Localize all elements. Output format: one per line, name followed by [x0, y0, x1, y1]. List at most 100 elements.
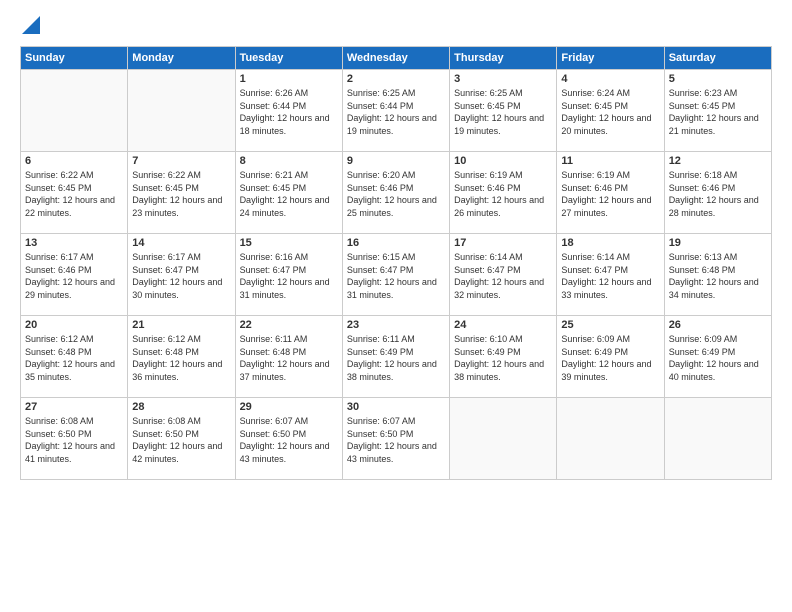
day-info: Sunrise: 6:21 AM Sunset: 6:45 PM Dayligh…: [240, 169, 338, 219]
calendar-cell: 20 Sunrise: 6:12 AM Sunset: 6:48 PM Dayli…: [21, 316, 128, 398]
day-info: Sunrise: 6:23 AM Sunset: 6:45 PM Dayligh…: [669, 87, 767, 137]
calendar-cell: [128, 70, 235, 152]
calendar-cell: 5 Sunrise: 6:23 AM Sunset: 6:45 PM Daylig…: [664, 70, 771, 152]
day-number: 7: [132, 155, 230, 167]
day-info: Sunrise: 6:08 AM Sunset: 6:50 PM Dayligh…: [132, 415, 230, 465]
day-number: 26: [669, 319, 767, 331]
weekday-header-wednesday: Wednesday: [342, 47, 449, 70]
day-info: Sunrise: 6:09 AM Sunset: 6:49 PM Dayligh…: [561, 333, 659, 383]
calendar-cell: 9 Sunrise: 6:20 AM Sunset: 6:46 PM Daylig…: [342, 152, 449, 234]
weekday-header-friday: Friday: [557, 47, 664, 70]
day-number: 25: [561, 319, 659, 331]
calendar-cell: 6Sunrise: 6:22 AM Sunset: 6:45 PM Daylig…: [21, 152, 128, 234]
calendar-header-row: SundayMondayTuesdayWednesdayThursdayFrid…: [21, 47, 772, 70]
header: [20, 16, 772, 34]
day-number: 2: [347, 73, 445, 85]
calendar-cell: 16 Sunrise: 6:15 AM Sunset: 6:47 PM Dayli…: [342, 234, 449, 316]
day-number: 24: [454, 319, 552, 331]
day-info: Sunrise: 6:12 AM Sunset: 6:48 PM Dayligh…: [132, 333, 230, 383]
week-row-3: 13 Sunrise: 6:17 AM Sunset: 6:46 PM Dayli…: [21, 234, 772, 316]
day-info: Sunrise: 6:20 AM Sunset: 6:46 PM Dayligh…: [347, 169, 445, 219]
day-number: 14: [132, 237, 230, 249]
day-info: Sunrise: 6:17 AM Sunset: 6:46 PM Dayligh…: [25, 251, 123, 301]
day-info: Sunrise: 6:07 AM Sunset: 6:50 PM Dayligh…: [240, 415, 338, 465]
day-number: 17: [454, 237, 552, 249]
day-number: 4: [561, 73, 659, 85]
calendar-cell: 12 Sunrise: 6:18 AM Sunset: 6:46 PM Dayli…: [664, 152, 771, 234]
day-number: 5: [669, 73, 767, 85]
day-info: Sunrise: 6:07 AM Sunset: 6:50 PM Dayligh…: [347, 415, 445, 465]
day-number: 30: [347, 401, 445, 413]
day-info: Sunrise: 6:18 AM Sunset: 6:46 PM Dayligh…: [669, 169, 767, 219]
day-number: 8: [240, 155, 338, 167]
day-info: Sunrise: 6:14 AM Sunset: 6:47 PM Dayligh…: [454, 251, 552, 301]
calendar-cell: 10 Sunrise: 6:19 AM Sunset: 6:46 PM Dayli…: [450, 152, 557, 234]
day-number: 19: [669, 237, 767, 249]
calendar-cell: 30 Sunrise: 6:07 AM Sunset: 6:50 PM Dayli…: [342, 398, 449, 480]
day-number: 28: [132, 401, 230, 413]
day-number: 18: [561, 237, 659, 249]
day-number: 11: [561, 155, 659, 167]
day-number: 10: [454, 155, 552, 167]
weekday-header-thursday: Thursday: [450, 47, 557, 70]
calendar-cell: 14 Sunrise: 6:17 AM Sunset: 6:47 PM Dayli…: [128, 234, 235, 316]
weekday-header-saturday: Saturday: [664, 47, 771, 70]
day-number: 9: [347, 155, 445, 167]
day-info: Sunrise: 6:25 AM Sunset: 6:45 PM Dayligh…: [454, 87, 552, 137]
calendar-cell: 7 Sunrise: 6:22 AM Sunset: 6:45 PM Daylig…: [128, 152, 235, 234]
day-info: Sunrise: 6:12 AM Sunset: 6:48 PM Dayligh…: [25, 333, 123, 383]
calendar-cell: 3 Sunrise: 6:25 AM Sunset: 6:45 PM Daylig…: [450, 70, 557, 152]
weekday-header-monday: Monday: [128, 47, 235, 70]
calendar-cell: 25 Sunrise: 6:09 AM Sunset: 6:49 PM Dayli…: [557, 316, 664, 398]
weekday-header-tuesday: Tuesday: [235, 47, 342, 70]
calendar-cell: 11 Sunrise: 6:19 AM Sunset: 6:46 PM Dayli…: [557, 152, 664, 234]
calendar-cell: 29 Sunrise: 6:07 AM Sunset: 6:50 PM Dayli…: [235, 398, 342, 480]
day-info: Sunrise: 6:15 AM Sunset: 6:47 PM Dayligh…: [347, 251, 445, 301]
calendar-cell: 17 Sunrise: 6:14 AM Sunset: 6:47 PM Dayli…: [450, 234, 557, 316]
calendar-cell: [21, 70, 128, 152]
calendar-cell: 19 Sunrise: 6:13 AM Sunset: 6:48 PM Dayli…: [664, 234, 771, 316]
day-number: 16: [347, 237, 445, 249]
day-info: Sunrise: 6:24 AM Sunset: 6:45 PM Dayligh…: [561, 87, 659, 137]
week-row-5: 27 Sunrise: 6:08 AM Sunset: 6:50 PM Dayli…: [21, 398, 772, 480]
day-number: 13: [25, 237, 123, 249]
day-info: Sunrise: 6:25 AM Sunset: 6:44 PM Dayligh…: [347, 87, 445, 137]
day-number: 27: [25, 401, 123, 413]
calendar-cell: 4 Sunrise: 6:24 AM Sunset: 6:45 PM Daylig…: [557, 70, 664, 152]
week-row-2: 6Sunrise: 6:22 AM Sunset: 6:45 PM Daylig…: [21, 152, 772, 234]
page: SundayMondayTuesdayWednesdayThursdayFrid…: [0, 0, 792, 612]
calendar-cell: [450, 398, 557, 480]
day-info: Sunrise: 6:16 AM Sunset: 6:47 PM Dayligh…: [240, 251, 338, 301]
day-number: 20: [25, 319, 123, 331]
day-info: Sunrise: 6:14 AM Sunset: 6:47 PM Dayligh…: [561, 251, 659, 301]
day-number: 1: [240, 73, 338, 85]
calendar-table: SundayMondayTuesdayWednesdayThursdayFrid…: [20, 46, 772, 480]
day-number: 15: [240, 237, 338, 249]
calendar-cell: 13 Sunrise: 6:17 AM Sunset: 6:46 PM Dayli…: [21, 234, 128, 316]
calendar-cell: 22Sunrise: 6:11 AM Sunset: 6:48 PM Dayli…: [235, 316, 342, 398]
calendar-cell: 26Sunrise: 6:09 AM Sunset: 6:49 PM Dayli…: [664, 316, 771, 398]
day-info: Sunrise: 6:13 AM Sunset: 6:48 PM Dayligh…: [669, 251, 767, 301]
day-number: 23: [347, 319, 445, 331]
calendar-cell: 28 Sunrise: 6:08 AM Sunset: 6:50 PM Dayli…: [128, 398, 235, 480]
logo: [20, 16, 40, 34]
day-number: 3: [454, 73, 552, 85]
day-number: 29: [240, 401, 338, 413]
day-info: Sunrise: 6:08 AM Sunset: 6:50 PM Dayligh…: [25, 415, 123, 465]
calendar-cell: 18 Sunrise: 6:14 AM Sunset: 6:47 PM Dayli…: [557, 234, 664, 316]
calendar-cell: 8 Sunrise: 6:21 AM Sunset: 6:45 PM Daylig…: [235, 152, 342, 234]
day-info: Sunrise: 6:22 AM Sunset: 6:45 PM Dayligh…: [132, 169, 230, 219]
day-info: Sunrise: 6:19 AM Sunset: 6:46 PM Dayligh…: [454, 169, 552, 219]
day-info: Sunrise: 6:19 AM Sunset: 6:46 PM Dayligh…: [561, 169, 659, 219]
calendar-cell: 27 Sunrise: 6:08 AM Sunset: 6:50 PM Dayli…: [21, 398, 128, 480]
day-info: Sunrise: 6:22 AM Sunset: 6:45 PM Dayligh…: [25, 169, 123, 219]
day-info: Sunrise: 6:17 AM Sunset: 6:47 PM Dayligh…: [132, 251, 230, 301]
calendar-cell: 15 Sunrise: 6:16 AM Sunset: 6:47 PM Dayli…: [235, 234, 342, 316]
calendar-cell: 21 Sunrise: 6:12 AM Sunset: 6:48 PM Dayli…: [128, 316, 235, 398]
day-number: 21: [132, 319, 230, 331]
calendar-cell: 2 Sunrise: 6:25 AM Sunset: 6:44 PM Daylig…: [342, 70, 449, 152]
weekday-header-sunday: Sunday: [21, 47, 128, 70]
calendar-cell: 24Sunrise: 6:10 AM Sunset: 6:49 PM Dayli…: [450, 316, 557, 398]
day-number: 22: [240, 319, 338, 331]
day-number: 12: [669, 155, 767, 167]
